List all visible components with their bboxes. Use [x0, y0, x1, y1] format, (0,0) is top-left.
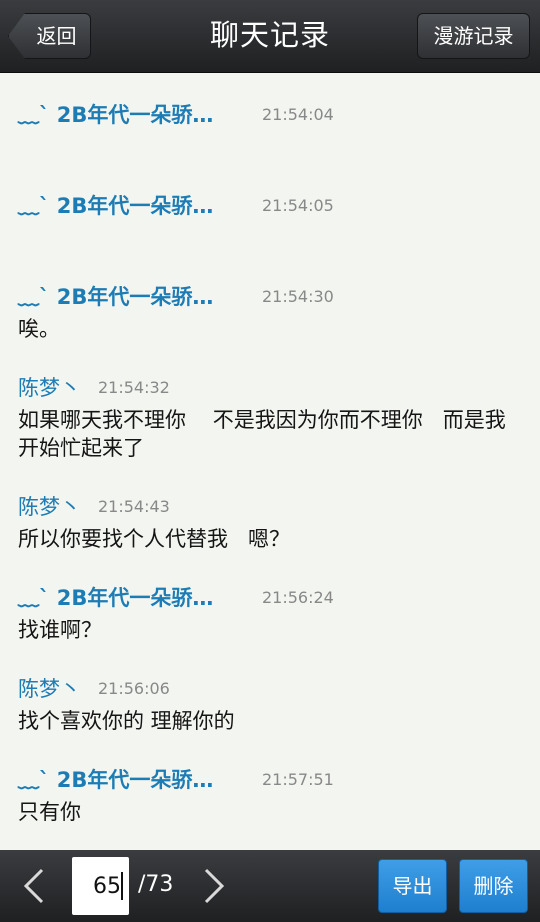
message-time: 21:56:06 — [98, 679, 170, 698]
message-item: ﹏ˋ 2B年代一朵骄… 21:56:24 找谁啊？ — [0, 576, 540, 644]
message-text: 所以你要找个人代替我 嗯？ — [18, 527, 291, 551]
message-text: 找个喜欢你的 理解你的 — [18, 709, 235, 733]
message-sender: ﹏ˋ 2B年代一朵骄… — [18, 768, 214, 792]
page-total: /73 — [138, 872, 174, 897]
pagination-bar: /73 导出 删除 — [0, 850, 540, 922]
text-caret — [121, 872, 123, 900]
message-text: 如果哪天我不理你 不是我因为你而不理你 而是我开始忙起来了 — [18, 408, 506, 460]
roaming-records-button[interactable]: 漫游记录 — [417, 13, 530, 59]
message-sender: 陈梦丶 — [18, 677, 81, 701]
message-time: 21:54:43 — [98, 497, 170, 516]
message-time: 21:54:05 — [262, 196, 334, 215]
message-text: 只有你 — [18, 800, 81, 824]
message-time: 21:57:51 — [262, 770, 334, 789]
message-time: 21:54:30 — [262, 287, 334, 306]
message-item: 陈梦丶 21:54:43 所以你要找个人代替我 嗯？ — [0, 485, 540, 553]
message-sender: ﹏ˋ 2B年代一朵骄… — [18, 586, 214, 610]
chevron-left-icon[interactable] — [20, 868, 48, 904]
message-sender: ﹏ˋ 2B年代一朵骄… — [18, 194, 214, 218]
message-item: ﹏ˋ 2B年代一朵骄… 21:57:51 只有你 — [0, 758, 540, 826]
message-item: ﹏ˋ 2B年代一朵骄… 21:54:30 唉。 — [0, 275, 540, 343]
message-sender: 陈梦丶 — [18, 495, 81, 519]
title-bar: 返回 聊天记录 漫游记录 — [0, 0, 540, 73]
message-text: 找谁啊？ — [18, 618, 102, 642]
message-time: 21:54:32 — [98, 378, 170, 397]
message-item: 陈梦丶 21:54:32 如果哪天我不理你 不是我因为你而不理你 而是我开始忙起… — [0, 366, 540, 462]
message-text: 唉。 — [18, 317, 60, 341]
message-time: 21:56:24 — [262, 588, 334, 607]
message-item: 陈梦丶 21:56:06 找个喜欢你的 理解你的 — [0, 667, 540, 735]
message-sender: 陈梦丶 — [18, 376, 81, 400]
export-button[interactable]: 导出 — [378, 859, 447, 913]
chevron-right-icon[interactable] — [200, 868, 228, 904]
message-time: 21:54:04 — [262, 105, 334, 124]
message-sender: ﹏ˋ 2B年代一朵骄… — [18, 285, 214, 309]
message-sender: ﹏ˋ 2B年代一朵骄… — [18, 103, 214, 127]
message-item: ﹏ˋ 2B年代一朵骄… 21:54:04 — [0, 93, 540, 133]
delete-button[interactable]: 删除 — [459, 859, 528, 913]
message-item: ﹏ˋ 2B年代一朵骄… 21:54:05 — [0, 184, 540, 224]
